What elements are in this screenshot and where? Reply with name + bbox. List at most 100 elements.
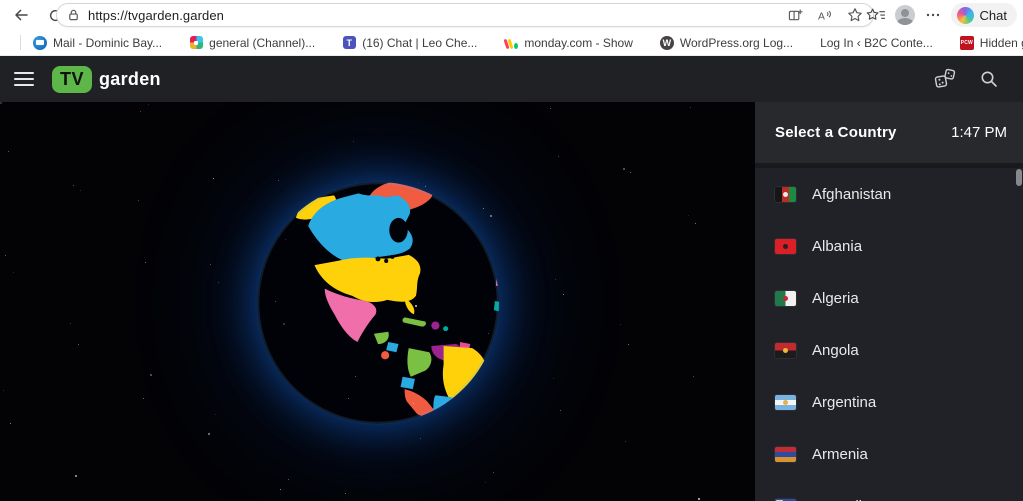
bookmark-item[interactable]: Log In ‹ B2C Conte... (820, 36, 933, 50)
star-dot (628, 344, 629, 345)
more-menu-icon[interactable] (925, 7, 941, 23)
panel-title: Select a Country (775, 124, 897, 141)
country-list-item[interactable]: Algeria (755, 272, 1023, 324)
star-dot (80, 190, 81, 191)
country-name: Armenia (812, 445, 868, 463)
star-dot (148, 104, 149, 105)
read-aloud-icon[interactable]: A (817, 8, 833, 23)
star-dot (3, 390, 4, 391)
star-dot (353, 141, 354, 142)
country-list-item[interactable]: Angola (755, 324, 1023, 376)
star-dot (413, 403, 414, 404)
star-dot (280, 489, 281, 490)
star-dot (75, 475, 77, 477)
star-dot (425, 186, 426, 187)
bookmark-label: (16) Chat | Leo Che... (362, 35, 478, 50)
profile-avatar[interactable] (894, 5, 915, 25)
star-dot (218, 282, 219, 283)
bookmark-items: Mail - Dominic Bay... general (Channel).… (33, 35, 1023, 50)
country-panel-header: Select a Country 1:47 PM (755, 102, 1023, 163)
star-dot (553, 378, 554, 379)
star-dot (688, 215, 689, 216)
star-dot (485, 482, 486, 483)
star-dot (695, 223, 696, 224)
star-dot (210, 264, 211, 265)
tv-garden-logo[interactable]: TV garden (52, 65, 161, 93)
star-dot (423, 324, 424, 325)
star-dot (0, 102, 2, 104)
chat-label: Chat (979, 7, 1007, 23)
copilot-icon (956, 6, 974, 24)
logo-garden-text: garden (99, 68, 161, 89)
country-list-item[interactable]: Argentina (755, 376, 1023, 428)
bookmark-label: WordPress.org Log... (679, 35, 794, 50)
bookmark-label: Log In ‹ B2C Conte... (820, 35, 933, 50)
star-dot (483, 208, 484, 209)
country-list[interactable]: Afghanistan Albania Algeria Angola Argen… (755, 168, 1023, 501)
bookmark-item[interactable]: monday.com - Show (503, 35, 633, 50)
star-dot (558, 156, 559, 157)
hamburger-menu-icon[interactable] (14, 71, 34, 87)
star-dot (215, 414, 216, 415)
bookmarks-bar: Mail - Dominic Bay... general (Channel).… (0, 30, 1023, 56)
bookmark-favicon-icon (189, 36, 203, 50)
star-dot (78, 344, 79, 345)
star-dot (625, 441, 626, 442)
country-panel: Select a Country 1:47 PM Afghanistan Alb… (755, 102, 1023, 501)
star-dot (623, 168, 625, 170)
country-list-item[interactable]: Australia (755, 480, 1023, 501)
country-name: Australia (812, 498, 870, 501)
country-name: Algeria (812, 289, 859, 307)
country-list-item[interactable]: Armenia (755, 428, 1023, 480)
star-dot (208, 433, 210, 435)
country-flag-icon (775, 394, 796, 410)
star-dot (5, 255, 6, 256)
bookmark-favicon-icon: T (342, 36, 356, 50)
copilot-chat-button[interactable]: Chat (950, 3, 1017, 27)
logo-tv-badge: TV (52, 65, 93, 93)
bookmark-label: monday.com - Show (524, 35, 633, 50)
star-dot (355, 376, 356, 377)
bookmark-item[interactable]: W WordPress.org Log... (659, 35, 794, 50)
star-dot (418, 183, 419, 184)
bookmark-favicon-icon (33, 35, 47, 50)
favorites-list-icon[interactable] (866, 7, 885, 24)
star-dot (690, 107, 691, 108)
country-flag-icon (775, 186, 796, 202)
url-text[interactable]: https://tvgarden.garden (88, 8, 224, 23)
country-list-item[interactable]: Albania (755, 220, 1023, 272)
star-dot (550, 108, 551, 109)
site-header: TV garden (0, 56, 1023, 102)
star-dot (283, 323, 285, 325)
bookmark-item[interactable]: PCW Hidden gems: Thes... (959, 35, 1023, 50)
star-dot (138, 200, 139, 201)
bookmark-item[interactable]: T (16) Chat | Leo Che... (342, 36, 477, 50)
back-button[interactable] (8, 2, 34, 28)
country-flag-icon (775, 290, 796, 306)
star-dot (563, 294, 564, 295)
country-list-item[interactable]: Afghanistan (755, 168, 1023, 220)
favorite-star-icon[interactable] (847, 7, 863, 23)
bookmark-favicon-icon: PCW (959, 35, 974, 50)
split-screen-icon[interactable] (788, 8, 803, 23)
star-dot (348, 398, 349, 399)
scrollbar-thumb[interactable] (1016, 169, 1022, 186)
bookmark-item[interactable]: general (Channel)... (189, 36, 315, 50)
star-dot (698, 498, 700, 500)
random-channel-dice-icon[interactable] (933, 68, 957, 90)
country-flag-icon (775, 342, 796, 358)
globe-stage (0, 102, 755, 501)
star-dot (560, 410, 561, 411)
star-dot (13, 272, 14, 273)
search-icon[interactable] (979, 69, 999, 89)
star-dot (488, 333, 489, 334)
svg-text:A: A (818, 11, 825, 22)
bookmark-label: Mail - Dominic Bay... (53, 35, 163, 50)
address-bar[interactable]: https://tvgarden.garden A (56, 3, 874, 27)
earth-globe[interactable] (255, 180, 501, 426)
star-dot (150, 374, 152, 376)
star-dot (345, 493, 346, 494)
divider (20, 35, 21, 50)
bookmark-item[interactable]: Mail - Dominic Bay... (33, 35, 163, 50)
country-name: Angola (812, 341, 859, 359)
